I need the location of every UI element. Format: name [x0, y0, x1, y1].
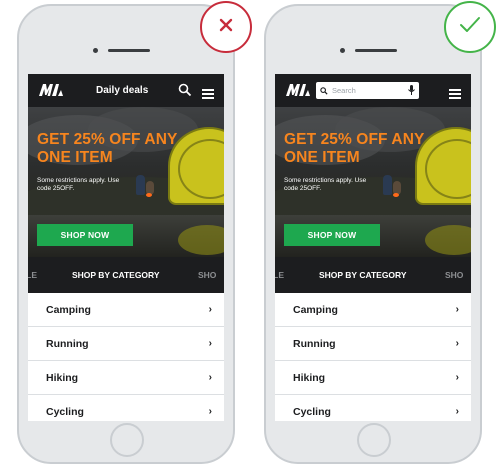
- home-button[interactable]: [357, 423, 391, 457]
- earpiece-speaker: [108, 49, 150, 52]
- top-navbar: Daily deals: [28, 74, 224, 107]
- phone-mockup-bad: Daily deals GET 25% OFF ANY ONE ITEM Som…: [17, 4, 235, 464]
- chevron-right-icon: ›: [208, 304, 212, 315]
- category-item-cycling[interactable]: Cycling ›: [28, 395, 224, 421]
- menu-icon[interactable]: [449, 86, 461, 104]
- earpiece-speaker: [355, 49, 397, 52]
- daily-deals-link[interactable]: Daily deals: [96, 85, 148, 96]
- category-list: Camping › Running › Hiking › Cycling ›: [28, 293, 224, 421]
- category-list: Camping › Running › Hiking › Cycling ›: [275, 293, 471, 421]
- category-item-hiking[interactable]: Hiking ›: [28, 361, 224, 395]
- shop-now-button[interactable]: SHOP NOW: [284, 224, 380, 246]
- category-tab-next[interactable]: SHO: [445, 270, 463, 280]
- phone-screen: Search GET 25% OFF ANY ONE ITEM Some res…: [275, 74, 471, 421]
- category-tab-prev[interactable]: ALE: [28, 270, 37, 280]
- hero-fine-print: Some restrictions apply. Use code 25OFF.: [284, 177, 367, 192]
- chevron-right-icon: ›: [208, 338, 212, 349]
- chevron-right-icon: ›: [208, 372, 212, 383]
- close-icon: [219, 18, 233, 37]
- chevron-right-icon: ›: [455, 338, 459, 349]
- search-icon: [320, 82, 328, 100]
- checkmark-icon: [459, 16, 481, 39]
- hero-headline: GET 25% OFF ANY ONE ITEM: [37, 131, 178, 166]
- logo-icon[interactable]: [285, 83, 311, 102]
- search-input[interactable]: Search: [316, 82, 419, 99]
- chevron-right-icon: ›: [208, 406, 212, 417]
- logo-icon[interactable]: [38, 83, 64, 102]
- category-tab-next[interactable]: SHO: [198, 270, 216, 280]
- category-item-camping[interactable]: Camping ›: [275, 293, 471, 327]
- category-item-cycling[interactable]: Cycling ›: [275, 395, 471, 421]
- category-tab-active[interactable]: SHOP BY CATEGORY: [72, 270, 160, 280]
- front-camera: [93, 48, 98, 53]
- front-camera: [340, 48, 345, 53]
- category-tab-active[interactable]: SHOP BY CATEGORY: [319, 270, 407, 280]
- shop-now-button[interactable]: SHOP NOW: [37, 224, 133, 246]
- category-item-running[interactable]: Running ›: [28, 327, 224, 361]
- hero-banner: GET 25% OFF ANY ONE ITEM Some restrictio…: [28, 107, 224, 257]
- hero-headline: GET 25% OFF ANY ONE ITEM: [284, 131, 425, 166]
- category-item-camping[interactable]: Camping ›: [28, 293, 224, 327]
- chevron-right-icon: ›: [455, 406, 459, 417]
- category-tab-prev[interactable]: ALE: [275, 270, 284, 280]
- search-placeholder: Search: [332, 86, 356, 95]
- hero-banner: GET 25% OFF ANY ONE ITEM Some restrictio…: [275, 107, 471, 257]
- category-carousel: ALE SHOP BY CATEGORY SHO: [275, 257, 471, 293]
- hero-fine-print: Some restrictions apply. Use code 25OFF.: [37, 177, 120, 192]
- chevron-right-icon: ›: [455, 372, 459, 383]
- top-navbar: Search: [275, 74, 471, 107]
- category-carousel: ALE SHOP BY CATEGORY SHO: [28, 257, 224, 293]
- bad-example-badge: [200, 1, 252, 53]
- category-item-running[interactable]: Running ›: [275, 327, 471, 361]
- menu-icon[interactable]: [202, 86, 214, 104]
- home-button[interactable]: [110, 423, 144, 457]
- phone-screen: Daily deals GET 25% OFF ANY ONE ITEM Som…: [28, 74, 224, 421]
- microphone-icon[interactable]: [408, 82, 415, 100]
- search-icon[interactable]: [178, 83, 192, 102]
- category-item-hiking[interactable]: Hiking ›: [275, 361, 471, 395]
- good-example-badge: [444, 1, 496, 53]
- phone-mockup-good: Search GET 25% OFF ANY ONE ITEM Some res…: [264, 4, 482, 464]
- chevron-right-icon: ›: [455, 304, 459, 315]
